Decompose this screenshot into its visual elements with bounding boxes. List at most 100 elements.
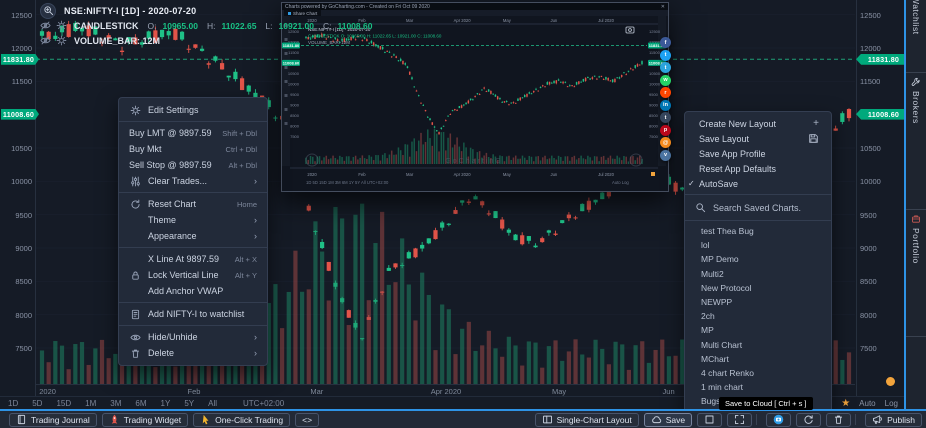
price-tick: 7500 — [860, 344, 900, 353]
pointer-icon — [200, 414, 211, 425]
saved-chart-item[interactable]: MP Demo — [685, 252, 831, 266]
saved-chart-item[interactable]: test Thea Bug — [685, 224, 831, 238]
scale-auto-toggle[interactable]: Auto — [859, 399, 875, 408]
layout-menu-item-create-new-layout[interactable]: Create New Layout+ — [685, 116, 831, 131]
one-click-trading-button[interactable]: One-Click Trading — [193, 413, 290, 427]
footer-button-label: One-Click Trading — [215, 415, 283, 425]
menu-item-appearance[interactable]: Appearance› — [119, 228, 267, 244]
facebook-share-icon[interactable]: f — [660, 37, 671, 48]
menu-item-add-anchor-vwap[interactable]: Add Anchor VWAP — [119, 283, 267, 299]
timeframe-1d[interactable]: 1D — [8, 399, 18, 408]
menu-item-sell-stop-9897-59[interactable]: Sell Stop @ 9897.59Alt + Dbl — [119, 157, 267, 173]
code-button[interactable]: <> — [295, 413, 319, 427]
layout-item-label: Reset App Defaults — [699, 164, 776, 174]
volume-settings-icon[interactable] — [56, 35, 67, 46]
sidebar-tab-watchlist[interactable]: Watchlist — [911, 0, 921, 72]
twitter-share-icon[interactable]: t — [660, 50, 671, 61]
menu-item-hide-unhide[interactable]: Hide/Unhide› — [119, 329, 267, 345]
publish-button[interactable]: Publish — [865, 413, 922, 427]
menu-item-lock-vertical-line[interactable]: Lock Vertical LineAlt + Y — [119, 267, 267, 283]
menu-item-reset-chart[interactable]: Reset ChartHome — [119, 196, 267, 212]
trading-widget-button[interactable]: Trading Widget — [102, 413, 188, 427]
timezone-label[interactable]: UTC+02:00 — [243, 399, 284, 408]
menu-item-buy-mkt[interactable]: Buy MktCtrl + Dbl — [119, 141, 267, 157]
menu-item-buy-lmt-9897-59[interactable]: Buy LMT @ 9897.59Shift + Dbl — [119, 125, 267, 141]
menu-item-x-line-at-9897-59[interactable]: X Line At 9897.59Alt + X — [119, 251, 267, 267]
social-share-column: fttwrintp@v — [660, 37, 671, 161]
saved-charts-search[interactable]: Search Saved Charts. — [685, 198, 831, 217]
saved-chart-item[interactable]: Multi2 — [685, 267, 831, 281]
saved-chart-item[interactable]: NEWPP — [685, 295, 831, 309]
close-icon[interactable]: ✕ — [661, 4, 665, 10]
timeframe-1m[interactable]: 1M — [85, 399, 96, 408]
trading-journal-button[interactable]: Trading Journal — [9, 413, 97, 427]
saved-chart-item[interactable]: New Protocol — [685, 281, 831, 295]
expand-icon — [734, 414, 745, 425]
refresh-button[interactable] — [796, 413, 821, 427]
saved-chart-item[interactable]: Multi Chart — [685, 338, 831, 352]
expand-button[interactable] — [727, 413, 752, 427]
favorite-star-icon[interactable]: ★ — [841, 399, 850, 409]
price-tick: 12500 — [2, 11, 32, 20]
time-tick: Apr 2020 — [431, 387, 461, 396]
svg-text:7500: 7500 — [290, 134, 300, 139]
menu-item-clear-trades[interactable]: Clear Trades...› — [119, 173, 267, 189]
whatsapp-share-icon[interactable]: w — [660, 75, 671, 86]
saved-chart-item[interactable]: 2ch — [685, 309, 831, 323]
camera-button[interactable] — [766, 413, 791, 427]
timeframe-1y[interactable]: 1Y — [161, 399, 171, 408]
chart-legend: NSE:NIFTY-I [1D] - 2020-07-20 CANDLESTIC… — [40, 3, 372, 48]
menu-shortcut: Shift + Dbl — [222, 129, 257, 138]
timeframe-all[interactable]: All — [208, 399, 217, 408]
svg-text:8500: 8500 — [290, 113, 300, 118]
svg-text:GoChartinG: GoChartinG — [445, 158, 502, 165]
pinterest-share-icon[interactable]: p — [660, 125, 671, 136]
price-tick: 8500 — [860, 277, 900, 286]
scale-log-toggle[interactable]: Log — [885, 399, 898, 408]
reddit-share-icon[interactable]: r — [660, 87, 671, 98]
timeframe-15d[interactable]: 15D — [56, 399, 71, 408]
timeframe-5d[interactable]: 5D — [32, 399, 42, 408]
study-settings-icon[interactable] — [56, 20, 67, 31]
zoom-out-icon[interactable] — [40, 3, 56, 19]
menu-item-delete[interactable]: Delete› — [119, 345, 267, 361]
linkedin-share-icon[interactable]: in — [660, 100, 671, 111]
menu-item-edit-settings[interactable]: Edit Settings — [119, 102, 267, 118]
layout-menu-item-reset-app-defaults[interactable]: Reset App Defaults — [685, 161, 831, 176]
saved-chart-item[interactable]: lol — [685, 238, 831, 252]
timeframe-6m[interactable]: 6M — [135, 399, 146, 408]
layout-menu-item-save-app-profile[interactable]: Save App Profile — [685, 146, 831, 161]
price-tag-last: 11008.60 — [1, 109, 39, 120]
feed-share-icon[interactable]: @ — [660, 137, 671, 148]
menu-item-add-nifty-i-to-watchlist[interactable]: Add NIFTY-I to watchlist — [119, 306, 267, 322]
saved-chart-item[interactable]: 4 chart Renko — [685, 366, 831, 380]
timeframe-3m[interactable]: 3M — [110, 399, 121, 408]
journal-icon — [16, 414, 27, 425]
saved-chart-item[interactable]: MP — [685, 323, 831, 337]
layout-menu-item-autosave[interactable]: ✓AutoSave — [685, 176, 831, 191]
price-tick: 9000 — [860, 244, 900, 253]
trash-button[interactable] — [826, 413, 851, 427]
telegram-share-icon[interactable]: t — [660, 62, 671, 73]
vk-share-icon[interactable]: v — [660, 150, 671, 161]
low-label: L: — [265, 21, 272, 31]
tumblr-share-icon[interactable]: t — [660, 112, 671, 123]
hide-volume-icon[interactable] — [40, 35, 51, 46]
hide-study-icon[interactable] — [40, 20, 51, 31]
price-tick: 8000 — [2, 311, 32, 320]
right-sidebar: Watchlist BrokersPortfolio — [904, 0, 926, 409]
saved-chart-item[interactable]: MChart — [685, 352, 831, 366]
sidebar-tab-brokers[interactable]: Brokers — [911, 73, 921, 209]
svg-text:Apr 2020: Apr 2020 — [454, 172, 472, 177]
timeframe-5y[interactable]: 5Y — [184, 399, 194, 408]
cloud-icon — [651, 414, 662, 425]
layout-menu-item-save-layout[interactable]: Save Layout — [685, 131, 831, 146]
single-chart-layout-button[interactable]: Single-Chart Layout — [535, 413, 639, 427]
save-button[interactable]: Save — [644, 413, 692, 427]
square-button[interactable] — [697, 413, 722, 427]
sidebar-tab-label: Watchlist — [911, 0, 921, 35]
low-value: 10921.00 — [279, 21, 314, 31]
saved-chart-item[interactable]: 1 min chart — [685, 380, 831, 394]
sidebar-tab-portfolio[interactable]: Portfolio — [911, 210, 921, 336]
menu-item-theme[interactable]: Theme› — [119, 212, 267, 228]
